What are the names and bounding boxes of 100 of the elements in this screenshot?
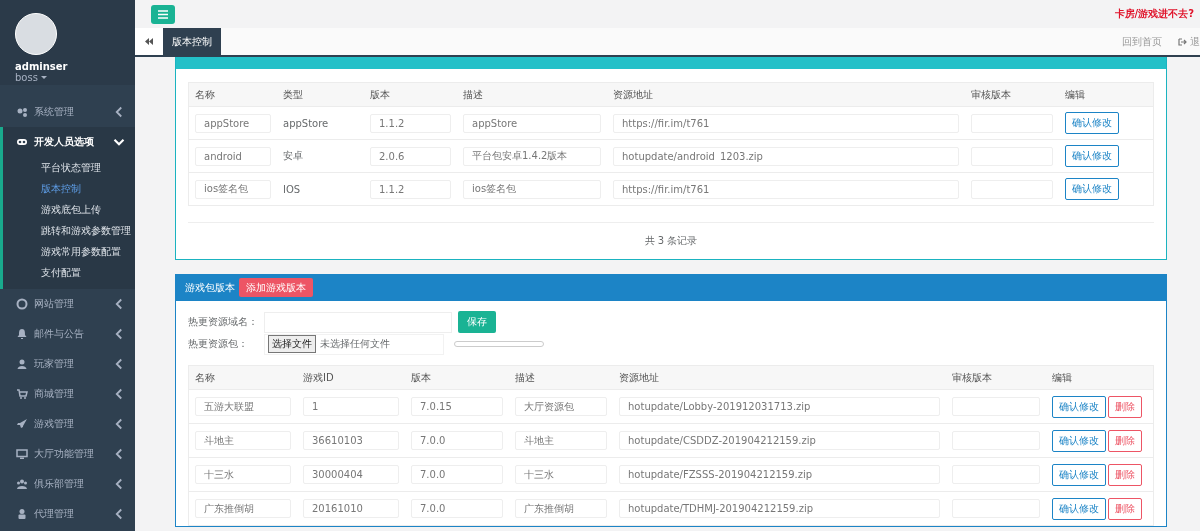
submenu-item[interactable]: 游戏底包上传 xyxy=(3,199,135,220)
menu-item[interactable]: 俱乐部管理 xyxy=(0,469,135,499)
confirm-button[interactable]: 确认修改 xyxy=(1065,112,1119,134)
file-input[interactable]: 选择文件 未选择任何文件 xyxy=(264,333,444,355)
menu-item[interactable]: 邮件与公告 xyxy=(0,319,135,349)
delete-button[interactable]: 删除 xyxy=(1108,429,1142,452)
submenu-item[interactable]: 支付配置 xyxy=(3,262,135,283)
version-field[interactable]: 7.0.0 xyxy=(411,465,503,484)
menu-icon xyxy=(16,478,28,490)
delete-button[interactable]: 删除 xyxy=(1108,497,1142,520)
column-header: 版本 xyxy=(411,370,432,385)
column-header: 审核版本 xyxy=(952,370,993,385)
name-field[interactable]: appStore xyxy=(195,113,271,133)
confirm-button[interactable]: 确认修改 xyxy=(1065,145,1119,167)
submenu-item[interactable]: 平台状态管理 xyxy=(3,157,135,178)
column-header: 名称 xyxy=(195,87,216,102)
column-header: 描述 xyxy=(463,87,484,102)
column-header: 名称 xyxy=(195,370,216,385)
menu-item[interactable]: 系统管理 xyxy=(0,97,135,127)
menu-icon xyxy=(16,136,28,148)
name-field[interactable]: 十三水 xyxy=(195,465,291,484)
url-field[interactable]: hotupdate/FZSSS-201904212159.zip xyxy=(619,465,940,484)
record-count: 共 3 条记录 xyxy=(644,234,698,248)
menu-item[interactable]: 玩家管理 xyxy=(0,349,135,379)
field-label: 热更资源包： xyxy=(188,337,249,351)
delete-button[interactable]: 删除 xyxy=(1108,463,1142,486)
confirm-button[interactable]: 确认修改 xyxy=(1052,463,1106,486)
menu-item[interactable]: 网站管理 xyxy=(0,289,135,319)
description-field[interactable]: 斗地主 xyxy=(515,431,607,450)
name-field[interactable]: 斗地主 xyxy=(195,431,291,450)
description-field[interactable]: 大厅资源包 xyxy=(515,397,607,416)
column-header: 审核版本 xyxy=(971,87,1012,102)
column-header: 描述 xyxy=(515,370,536,385)
version-field[interactable]: 7.0.0 xyxy=(411,499,503,518)
chevron-icon xyxy=(113,508,125,520)
sign-out-icon xyxy=(1178,37,1187,46)
description-field[interactable]: 平台包安卓1.4.2版本 xyxy=(463,146,601,166)
type-cell-text: appStore xyxy=(283,117,330,129)
tab[interactable]: 版本控制 xyxy=(163,28,221,55)
delete-button[interactable]: 删除 xyxy=(1108,395,1142,418)
game-id-field[interactable]: 36610103 xyxy=(303,431,399,450)
version-field[interactable]: 2.0.6 xyxy=(370,146,451,166)
description-field[interactable]: appStore xyxy=(463,113,601,133)
add-button[interactable]: 添加游戏版本 xyxy=(239,278,313,297)
menu-item[interactable]: 商城管理 xyxy=(0,379,135,409)
version-field[interactable]: 7.0.0 xyxy=(411,431,503,450)
name-field[interactable]: ios签名包 xyxy=(195,179,271,199)
menu-item[interactable]: 大厅功能管理 xyxy=(0,439,135,469)
menu-icon xyxy=(16,328,28,340)
column-header: 编辑 xyxy=(1052,370,1073,385)
confirm-button[interactable]: 确认修改 xyxy=(1052,497,1106,520)
avatar xyxy=(15,13,57,55)
game-id-field[interactable]: 20161010 xyxy=(303,499,399,518)
version-field[interactable]: 1.1.2 xyxy=(370,179,451,199)
submenu-item[interactable]: 游戏常用参数配置 xyxy=(3,241,135,262)
confirm-button[interactable]: 确认修改 xyxy=(1052,429,1106,452)
double-chevron-icon xyxy=(145,38,153,45)
user-role[interactable]: boss xyxy=(15,72,38,83)
choose-file-button[interactable]: 选择文件 xyxy=(268,335,316,353)
menu-icon xyxy=(16,448,28,460)
url-field[interactable]: hotupdate/Lobby-201912031713.zip xyxy=(619,397,940,416)
save-button[interactable]: 保存 xyxy=(458,311,496,333)
menu-item[interactable]: 游戏管理 xyxy=(0,409,135,439)
panel-title: 游戏包版本 xyxy=(185,280,235,295)
menu-item[interactable]: 开发人员选项 xyxy=(3,127,135,157)
url-field[interactable]: https://fir.im/t761 xyxy=(613,113,959,133)
scroll-left-button[interactable] xyxy=(135,28,163,55)
description-field[interactable]: 广东推倒胡 xyxy=(515,499,607,518)
user-name: adminser xyxy=(15,61,69,72)
type-cell-text: IOS xyxy=(283,183,302,195)
menu-icon xyxy=(16,358,28,370)
url-field[interactable]: hotupdate/TDHMJ-201904212159.zip xyxy=(619,499,940,518)
game-id-field[interactable]: 30000404 xyxy=(303,465,399,484)
url-field[interactable]: hotupdate/android_1203.zip xyxy=(613,146,959,166)
version-field[interactable]: 7.0.15 xyxy=(411,397,503,416)
description-field[interactable]: ios签名包 xyxy=(463,179,601,199)
home-link[interactable]: 回到首页 xyxy=(1114,28,1170,55)
menu-item[interactable]: 代理管理 xyxy=(0,499,135,529)
submenu-item[interactable]: 跳转和游戏参数管理 xyxy=(3,220,135,241)
description-field[interactable]: 十三水 xyxy=(515,465,607,484)
submenu-item[interactable]: 版本控制 xyxy=(3,178,135,199)
chevron-icon xyxy=(113,298,125,310)
menu-icon xyxy=(158,9,168,19)
menu-icon xyxy=(16,298,28,310)
chevron-icon xyxy=(113,388,125,400)
name-field[interactable]: 广东推倒胡 xyxy=(195,499,291,518)
logout-link[interactable]: 退 xyxy=(1190,34,1200,49)
column-header: 版本 xyxy=(370,87,391,102)
confirm-button[interactable]: 确认修改 xyxy=(1052,395,1106,418)
game-id-field[interactable]: 1 xyxy=(303,397,399,416)
chevron-icon xyxy=(113,418,125,430)
name-field[interactable]: android xyxy=(195,146,271,166)
name-field[interactable]: 五游大联盟 xyxy=(195,397,291,416)
chevron-icon xyxy=(113,478,125,490)
url-field[interactable]: https://fir.im/t761 xyxy=(613,179,959,199)
notice-link[interactable]: 卡房/游戏进不去? xyxy=(1114,7,1194,21)
url-field[interactable]: hotupdate/CSDDZ-201904212159.zip xyxy=(619,431,940,450)
caret-icon xyxy=(40,75,47,80)
version-field[interactable]: 1.1.2 xyxy=(370,113,451,133)
confirm-button[interactable]: 确认修改 xyxy=(1065,178,1119,200)
